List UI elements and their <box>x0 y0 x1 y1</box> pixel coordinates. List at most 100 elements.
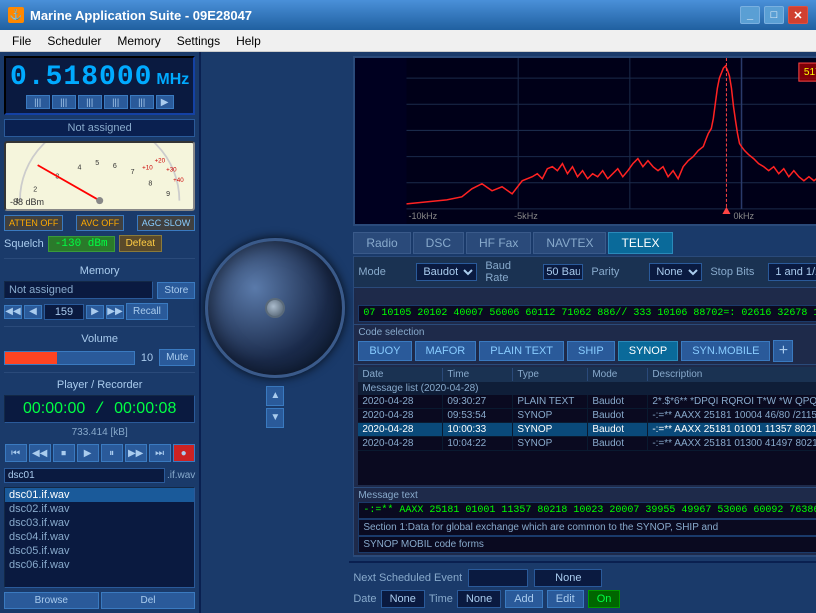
mem-prev[interactable]: ◀ <box>24 305 42 319</box>
msg-mode: Baudot <box>588 409 648 422</box>
player-filename-input[interactable] <box>4 468 165 483</box>
player-rewind[interactable]: ◀◀ <box>29 444 51 462</box>
mode-select[interactable]: Baudot <box>416 263 477 281</box>
msg-row[interactable]: 2020-04-28 10:00:33 SYNOP Baudot -:=** A… <box>358 423 816 437</box>
code-buttons-row: BUOY MAFOR PLAIN TEXT SHIP SYNOP SYN.MOB… <box>358 340 816 362</box>
volume-label: Volume <box>4 333 195 345</box>
parity-select[interactable]: None <box>649 263 702 281</box>
avc-button[interactable]: AVC OFF <box>76 215 124 231</box>
code-plus-button[interactable]: + <box>773 340 793 362</box>
svg-text:8: 8 <box>148 180 152 188</box>
player-pause[interactable]: ⏸ <box>101 444 123 462</box>
tab-radio[interactable]: Radio <box>353 232 410 254</box>
code-ship[interactable]: SHIP <box>567 341 615 361</box>
msg-type: SYNOP <box>513 409 588 422</box>
code-section: Code selection BUOY MAFOR PLAIN TEXT SHI… <box>354 325 816 365</box>
code-mafor[interactable]: MAFOR <box>415 341 477 361</box>
msg-desc: -:=** AAXX 25181 10004 46/80 /2115 10138… <box>648 409 816 422</box>
svg-text:517.836 kHz, -34 dB: 517.836 kHz, -34 dB <box>804 67 816 78</box>
type-row: Currently decoded message Type SYNOP <box>358 290 816 305</box>
stop-select[interactable]: 1 and 1/2 Bits <box>768 263 816 281</box>
msg-date: 2020-04-28 <box>358 409 443 422</box>
file-item[interactable]: dsc05.if.wav <box>5 544 194 558</box>
player-label: Player / Recorder <box>4 379 195 391</box>
browse-button[interactable]: Browse <box>4 592 99 609</box>
recall-button[interactable]: Recall <box>126 303 168 320</box>
add-button[interactable]: Add <box>505 590 543 608</box>
bottom-bar: Next Scheduled Event None Date None Time… <box>349 561 816 613</box>
freq-btn-2[interactable]: ||| <box>52 95 76 109</box>
code-synop[interactable]: SYNOP <box>618 341 679 361</box>
file-item[interactable]: dsc03.if.wav <box>5 516 194 530</box>
code-syn-mobile[interactable]: SYN.MOBILE <box>681 341 770 361</box>
mem-next[interactable]: ▶ <box>86 305 104 319</box>
minimize-button[interactable]: _ <box>740 6 760 24</box>
on-button[interactable]: On <box>588 590 621 608</box>
svg-text:9: 9 <box>166 190 170 198</box>
baud-input[interactable] <box>543 264 583 280</box>
tuning-dial[interactable] <box>205 238 345 378</box>
frequency-display: 0.518000 MHz ||| ||| ||| ||| ||| ▶ <box>4 56 195 115</box>
decoded-section: Currently decoded message Type SYNOP 07 … <box>354 288 816 325</box>
defeat-button[interactable]: Defeat <box>119 235 162 252</box>
player-record[interactable]: ● <box>173 444 195 462</box>
meter-panel: 1 2 3 4 5 6 7 8 9 +10 +20 +30 +40 -88 dB… <box>4 141 195 211</box>
file-list[interactable]: dsc01.if.wav dsc02.if.wav dsc03.if.wav d… <box>4 487 195 588</box>
player-size: 733.414 [kB] <box>4 427 195 438</box>
freq-btn-5[interactable]: ||| <box>130 95 154 109</box>
player-skip-back[interactable]: ⏮ <box>5 444 27 462</box>
del-button[interactable]: Del <box>101 592 196 609</box>
mute-button[interactable]: Mute <box>159 349 195 366</box>
close-button[interactable]: ✕ <box>788 6 808 24</box>
window-title: Marine Application Suite - 09E28047 <box>30 8 740 23</box>
frequency-unit: MHz <box>156 71 189 89</box>
file-item[interactable]: dsc01.if.wav <box>5 488 194 502</box>
agc-button[interactable]: AGC SLOW <box>137 215 196 231</box>
sched-time-label: Time <box>429 593 453 605</box>
file-item[interactable]: dsc06.if.wav <box>5 558 194 572</box>
edit-button[interactable]: Edit <box>547 590 584 608</box>
freq-btn-1[interactable]: ||| <box>26 95 50 109</box>
menu-help[interactable]: Help <box>228 32 269 50</box>
volume-slider[interactable] <box>4 351 135 365</box>
tab-hf-fax[interactable]: HF Fax <box>466 232 531 254</box>
player-file-ext: .if.wav <box>167 470 195 481</box>
file-item[interactable]: dsc04.if.wav <box>5 530 194 544</box>
store-button[interactable]: Store <box>157 282 195 299</box>
file-item[interactable]: dsc02.if.wav <box>5 502 194 516</box>
player-ffwd[interactable]: ▶▶ <box>125 444 147 462</box>
memory-number[interactable]: 159 <box>44 304 84 320</box>
player-play[interactable]: ▶ <box>77 444 99 462</box>
menu-memory[interactable]: Memory <box>109 32 168 50</box>
freq-btn-3[interactable]: ||| <box>78 95 102 109</box>
svg-text:+20: +20 <box>155 157 166 164</box>
code-buoy[interactable]: BUOY <box>358 341 411 361</box>
msg-list[interactable]: 2020-04-28 09:30:27 PLAIN TEXT Baudot 2*… <box>358 395 816 485</box>
atten-button[interactable]: ATTEN OFF <box>4 215 63 231</box>
menu-settings[interactable]: Settings <box>169 32 228 50</box>
mem-prev-prev[interactable]: ◀◀ <box>4 305 22 319</box>
menu-scheduler[interactable]: Scheduler <box>39 32 109 50</box>
mem-next-next[interactable]: ▶▶ <box>106 305 124 319</box>
msg-row[interactable]: 2020-04-28 09:53:54 SYNOP Baudot -:=** A… <box>358 409 816 423</box>
menu-file[interactable]: File <box>4 32 39 50</box>
mode-label: Mode <box>358 266 408 278</box>
msg-row[interactable]: 2020-04-28 10:04:22 SYNOP Baudot -:=** A… <box>358 437 816 451</box>
maximize-button[interactable]: □ <box>764 6 784 24</box>
dial-up-button[interactable]: ▲ <box>266 386 284 406</box>
player-skip-fwd[interactable]: ⏭ <box>149 444 171 462</box>
scheduled-row1: Next Scheduled Event None <box>353 569 816 587</box>
freq-nav-right[interactable]: ▶ <box>156 95 174 109</box>
tab-telex[interactable]: TELEX <box>608 232 672 254</box>
tab-navtex[interactable]: NAVTEX <box>533 232 606 254</box>
decoded-text: 07 10105 20102 40007 56006 60112 71062 8… <box>358 305 816 322</box>
scheduled-event-input[interactable] <box>468 569 528 587</box>
code-plain-text[interactable]: PLAIN TEXT <box>479 341 564 361</box>
svg-text:7: 7 <box>131 168 135 176</box>
tab-dsc[interactable]: DSC <box>413 232 464 254</box>
player-stop[interactable]: ⏹ <box>53 444 75 462</box>
dial-down-button[interactable]: ▼ <box>266 408 284 428</box>
msg-row[interactable]: 2020-04-28 09:30:27 PLAIN TEXT Baudot 2*… <box>358 395 816 409</box>
freq-buttons: ||| ||| ||| ||| ||| ▶ <box>10 95 189 109</box>
freq-btn-4[interactable]: ||| <box>104 95 128 109</box>
